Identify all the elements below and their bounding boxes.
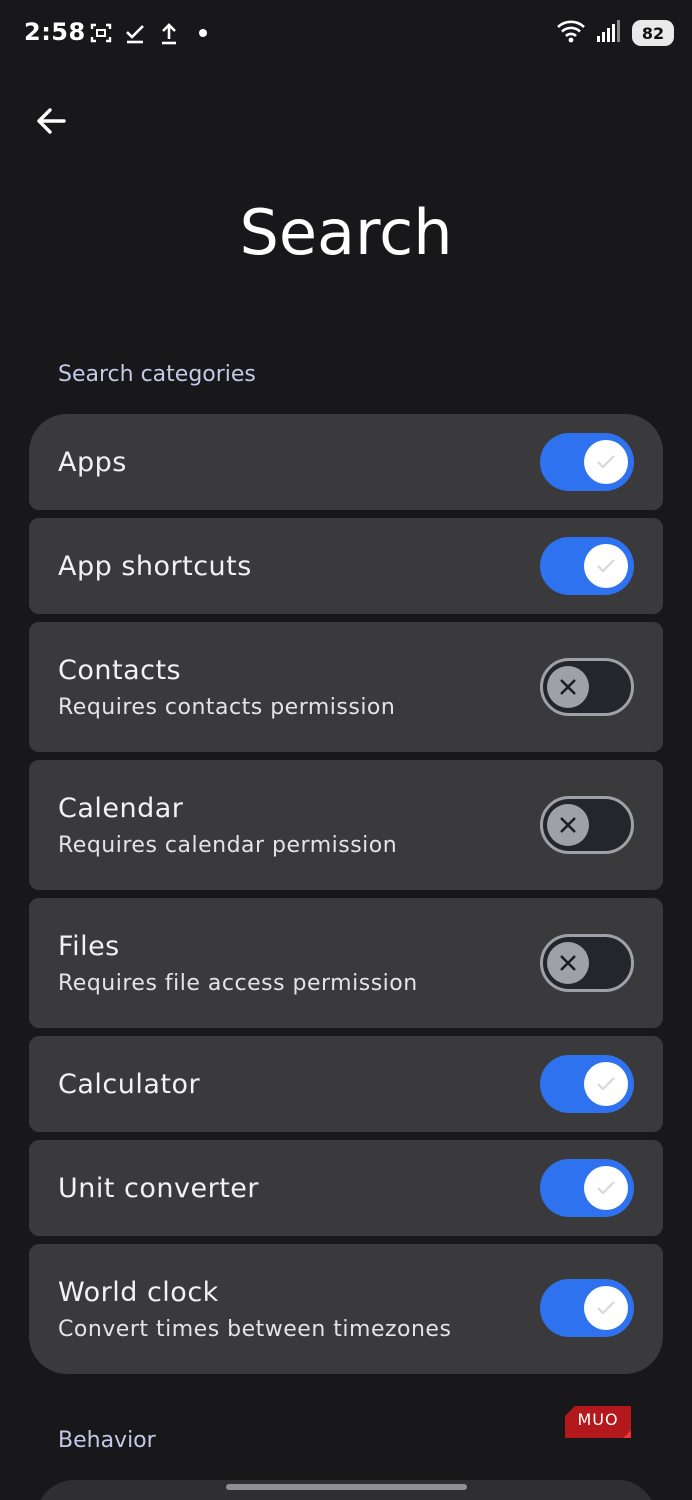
page-title: Search [239, 196, 453, 269]
battery-icon: 82 [632, 20, 674, 46]
setting-row-world-clock[interactable]: World clock Convert times between timezo… [29, 1244, 663, 1374]
toggle-unit-converter[interactable] [540, 1159, 634, 1217]
setting-row-unit-converter[interactable]: Unit converter [29, 1140, 663, 1236]
setting-row-app-shortcuts[interactable]: App shortcuts [29, 518, 663, 614]
upload-icon [156, 20, 182, 46]
setting-row-calendar[interactable]: Calendar Requires calendar permission [29, 760, 663, 890]
setting-title: Calendar [58, 793, 184, 824]
toggle-calculator[interactable] [540, 1055, 634, 1113]
toggle-apps[interactable] [540, 433, 634, 491]
check-icon [597, 455, 615, 469]
status-time: 2:58 [24, 18, 86, 46]
check-icon [597, 1077, 615, 1091]
status-notification-icons [88, 20, 216, 46]
setting-row-apps[interactable]: Apps [29, 414, 663, 510]
check-icon [122, 20, 148, 46]
toggle-knob [584, 1062, 628, 1106]
toggle-knob [547, 666, 589, 708]
setting-row-files[interactable]: Files Requires file access permission [29, 898, 663, 1028]
close-icon [560, 955, 576, 971]
check-icon [597, 1301, 615, 1315]
setting-title: Contacts [58, 655, 182, 686]
status-bar: 2:58 82 [0, 0, 692, 66]
setting-subtitle: Requires contacts permission [58, 695, 396, 720]
toggle-knob [584, 1166, 628, 1210]
screen: 2:58 82 Search Search categories Apps Ap… [0, 0, 692, 1500]
setting-title: Calculator [58, 1069, 201, 1100]
dot-icon [190, 20, 216, 46]
section-header-behavior: Behavior [58, 1428, 156, 1453]
toggle-contacts[interactable] [540, 658, 634, 716]
toggle-knob [547, 804, 589, 846]
behavior-card-partial [36, 1480, 656, 1500]
setting-title: Unit converter [58, 1173, 260, 1204]
home-indicator[interactable] [226, 1484, 467, 1490]
setting-title: Files [58, 931, 120, 962]
muo-watermark-logo: MUO [565, 1404, 631, 1438]
toggle-knob [584, 1286, 628, 1330]
section-header-search-categories: Search categories [58, 362, 256, 387]
wifi-icon [556, 18, 586, 48]
back-button[interactable] [28, 98, 74, 144]
toggle-app-shortcuts[interactable] [540, 537, 634, 595]
setting-title: Apps [58, 447, 127, 478]
toggle-knob [584, 544, 628, 588]
setting-subtitle: Convert times between timezones [58, 1317, 452, 1342]
setting-title: World clock [58, 1277, 219, 1308]
setting-subtitle: Requires calendar permission [58, 833, 398, 858]
setting-title: App shortcuts [58, 551, 252, 582]
toggle-files[interactable] [540, 934, 634, 992]
screenshot-icon [88, 20, 114, 46]
watermark-text: MUO [577, 1410, 619, 1429]
cellular-signal-icon [596, 19, 622, 47]
setting-row-contacts[interactable]: Contacts Requires contacts permission [29, 622, 663, 752]
close-icon [560, 817, 576, 833]
close-icon [560, 679, 576, 695]
check-icon [597, 559, 615, 573]
arrow-left-icon [37, 108, 66, 134]
toggle-knob [584, 440, 628, 484]
setting-row-calculator[interactable]: Calculator [29, 1036, 663, 1132]
setting-subtitle: Requires file access permission [58, 971, 418, 996]
status-system-icons: 82 [556, 18, 674, 48]
check-icon [597, 1181, 615, 1195]
toggle-knob [547, 942, 589, 984]
toggle-world-clock[interactable] [540, 1279, 634, 1337]
toggle-calendar[interactable] [540, 796, 634, 854]
